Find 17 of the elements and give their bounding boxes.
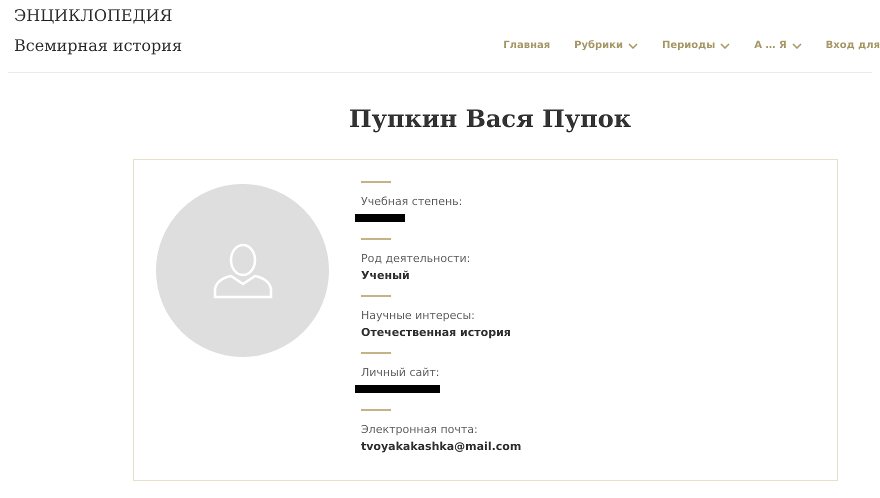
field-label: Научные интересы:	[361, 309, 476, 323]
field-label: Учебная степень:	[361, 195, 464, 209]
field-label: Электронная почта:	[361, 423, 479, 437]
nav-link[interactable]: Периоды	[662, 38, 730, 53]
nav-link[interactable]: Рубрики	[574, 38, 638, 53]
nav-link[interactable]: Вход для	[826, 38, 880, 53]
site-name[interactable]: ЭНЦИКЛОПЕДИЯ	[14, 8, 182, 24]
site-subtitle[interactable]: Всемирная история	[14, 38, 182, 54]
page-title: Пупкин Вася Пупок	[348, 103, 632, 135]
nav-link[interactable]: Главная	[503, 38, 550, 53]
field-label: Род деятельности:	[361, 252, 472, 266]
user-icon	[212, 242, 272, 298]
field-label: Личный сайт:	[361, 366, 440, 380]
field-value[interactable]: tvoyakakashka@mail.com	[361, 439, 522, 455]
field-value: Ученый	[361, 268, 411, 284]
field-value: Отечественная история	[361, 325, 512, 341]
nav-link[interactable]: А … Я	[754, 38, 802, 53]
